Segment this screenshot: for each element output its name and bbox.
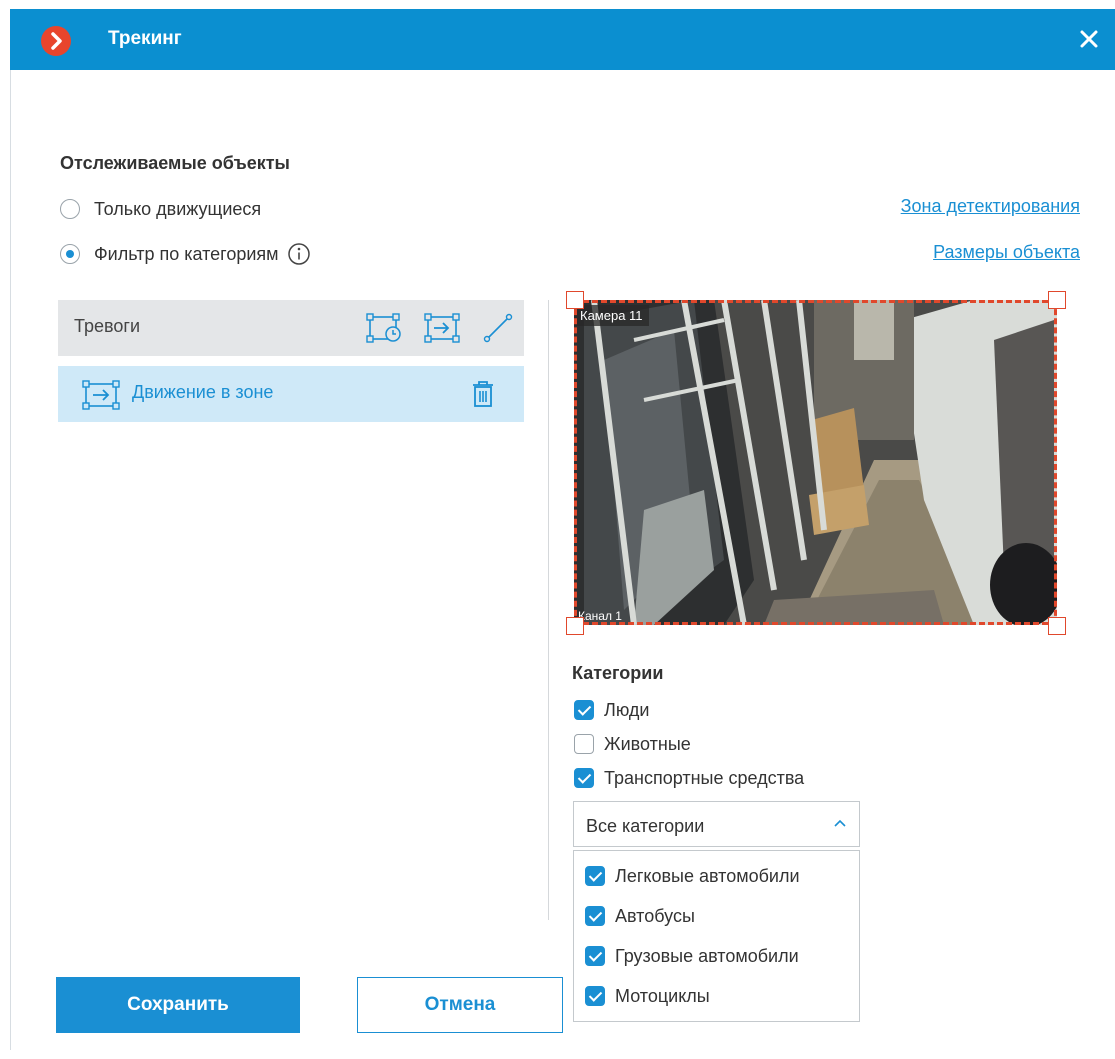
checkbox[interactable] xyxy=(585,866,605,886)
alarms-header: Тревоги xyxy=(58,300,524,356)
object-sizes-link[interactable]: Размеры объекта xyxy=(933,242,1080,263)
alarm-item-label: Движение в зоне xyxy=(132,382,274,402)
window-title: Трекинг xyxy=(108,28,182,49)
trash-icon[interactable] xyxy=(472,380,494,408)
vehicle-option-buses[interactable]: Автобусы xyxy=(585,905,695,927)
radio-button[interactable] xyxy=(60,199,80,219)
close-button[interactable] xyxy=(1077,27,1101,51)
chevron-up-icon xyxy=(834,819,846,827)
radio-button[interactable] xyxy=(60,244,80,264)
radio-only-moving[interactable]: Только движущиеся xyxy=(60,197,261,221)
alarms-title: Тревоги xyxy=(74,316,140,336)
window-border xyxy=(10,70,11,1050)
zone-handle-top-right[interactable] xyxy=(1048,291,1066,309)
add-timed-zone-alarm-icon[interactable] xyxy=(366,312,404,344)
radio-category-filter[interactable]: Фильтр по категориям xyxy=(60,242,311,266)
camera-name-label: Камера 11 xyxy=(574,305,649,326)
categories-title: Категории xyxy=(572,663,664,683)
checkbox[interactable] xyxy=(585,946,605,966)
save-button[interactable]: Сохранить xyxy=(56,977,300,1033)
radio-label: Фильтр по категориям xyxy=(94,243,279,264)
vehicle-option-trucks[interactable]: Грузовые автомобили xyxy=(585,945,799,967)
checkbox-label: Люди xyxy=(604,699,650,720)
title-bar: Трекинг xyxy=(10,9,1115,70)
checkbox-label: Легковые автомобили xyxy=(615,865,800,886)
tracked-objects-title: Отслеживаемые объекты xyxy=(60,153,290,173)
zone-handle-bottom-right[interactable] xyxy=(1048,617,1066,635)
checkbox[interactable] xyxy=(574,734,594,754)
vehicle-option-motorcycles[interactable]: Мотоциклы xyxy=(585,985,710,1007)
panel-divider xyxy=(548,300,549,920)
info-icon[interactable] xyxy=(287,242,311,266)
camera-preview[interactable]: Камера 11 Канал 1 xyxy=(574,300,1057,625)
add-zone-entry-alarm-icon[interactable] xyxy=(424,312,460,344)
checkbox-label: Автобусы xyxy=(615,905,695,926)
cancel-button[interactable]: Отмена xyxy=(357,977,563,1033)
camera-frame-image xyxy=(574,300,1057,625)
category-animals[interactable]: Животные xyxy=(574,733,691,755)
checkbox[interactable] xyxy=(574,700,594,720)
vehicle-option-cars[interactable]: Легковые автомобили xyxy=(585,865,800,887)
radio-label: Только движущиеся xyxy=(94,198,262,219)
app-logo-icon xyxy=(41,26,71,56)
vehicle-category-select[interactable]: Все категории xyxy=(573,801,860,847)
zone-motion-icon xyxy=(82,380,120,410)
checkbox[interactable] xyxy=(585,906,605,926)
checkbox-label: Животные xyxy=(604,733,691,754)
vehicle-category-dropdown: Легковые автомобили Автобусы Грузовые ав… xyxy=(573,850,860,1022)
alarm-item-zone-motion[interactable]: Движение в зоне xyxy=(58,366,524,422)
add-line-crossing-alarm-icon[interactable] xyxy=(482,312,514,344)
checkbox[interactable] xyxy=(574,768,594,788)
checkbox-label: Грузовые автомобили xyxy=(615,945,799,966)
checkbox[interactable] xyxy=(585,986,605,1006)
checkbox-label: Мотоциклы xyxy=(615,985,710,1006)
detection-zone-link[interactable]: Зона детектирования xyxy=(901,196,1080,217)
select-value: Все категории xyxy=(586,816,705,836)
zone-handle-bottom-left[interactable] xyxy=(566,617,584,635)
category-vehicles[interactable]: Транспортные средства xyxy=(574,767,804,789)
zone-handle-top-left[interactable] xyxy=(566,291,584,309)
close-icon xyxy=(1080,30,1098,48)
category-people[interactable]: Люди xyxy=(574,699,649,721)
checkbox-label: Транспортные средства xyxy=(604,767,805,788)
